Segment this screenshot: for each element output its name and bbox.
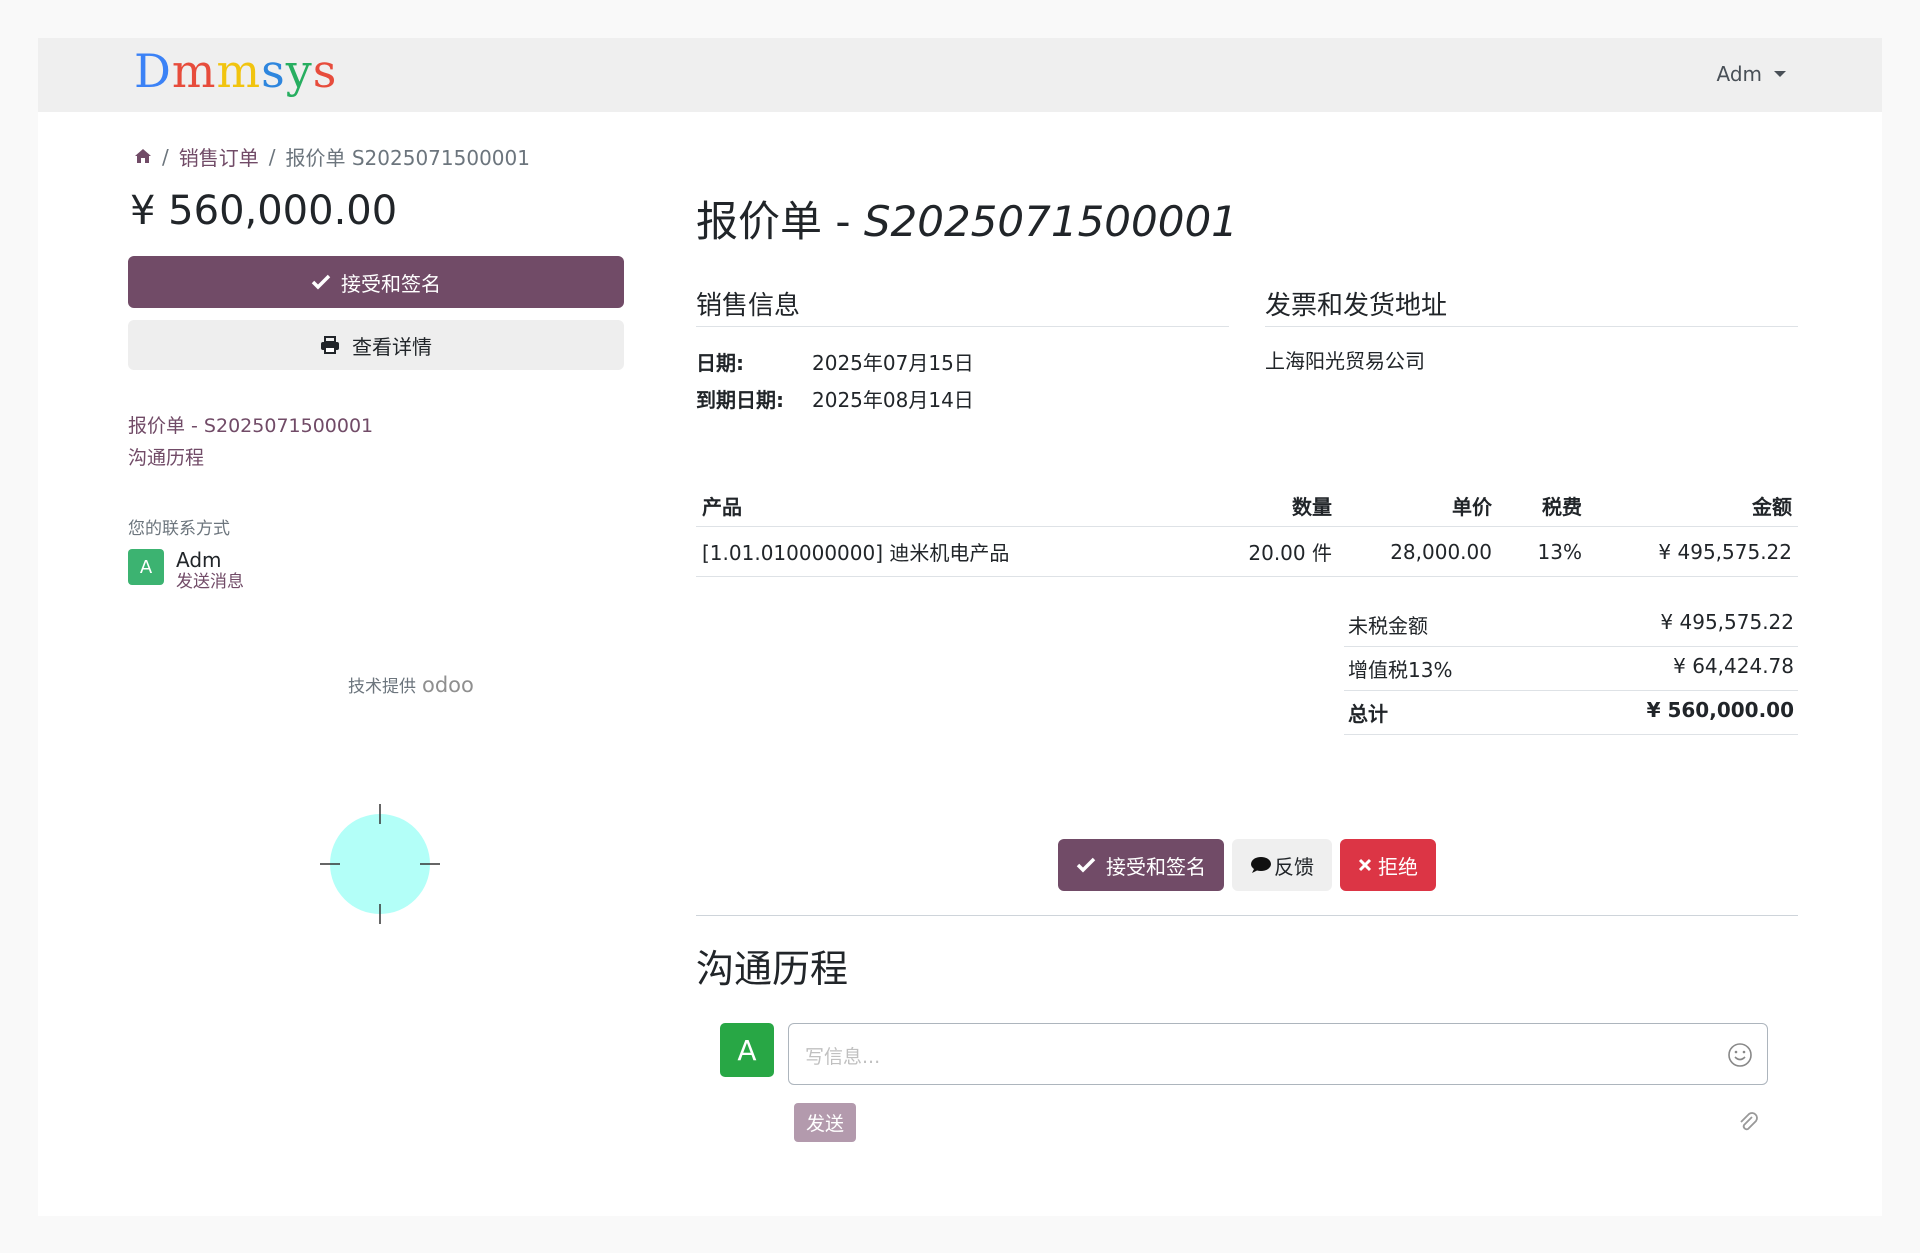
powered-by: 技术提供 odoo [348,672,474,697]
untaxed-label: 未税金额 [1348,614,1428,638]
emoji-icon[interactable] [1727,1042,1753,1068]
breadcrumb-current: 报价单 S2025071500001 [285,146,530,170]
table-header: 产品 数量 单价 税费 金额 [696,485,1798,527]
address-info: 发票和发货地址 上海阳光贸易公司 [1265,285,1798,413]
breadcrumb-separator: / [162,144,169,169]
contact-name: Adm [176,548,222,572]
message-composer: A 写信息... [720,1023,1798,1085]
logo-letter: m [171,44,217,98]
message-placeholder: 写信息... [805,1046,881,1068]
sales-info-title: 销售信息 [696,285,1229,327]
totals-block: 未税金额 ¥ 495,575.22 增值税13% ¥ 64,424.78 总计 … [1344,603,1798,735]
brand-logo[interactable]: Dmmsys [134,44,337,98]
app-window: Dmmsys Adm / 销售订单 / 报价单 S2025071500001 ¥… [38,38,1882,1216]
logo-letter: s [312,44,338,98]
page-title: 报价单 - S2025071500001 [696,188,1798,249]
col-price: 单价 [1338,485,1498,527]
cell-price: 28,000.00 [1338,526,1498,577]
top-navbar: Dmmsys Adm [38,38,1882,112]
cell-qty: 20.00 件 [1190,526,1338,577]
vat-row: 增值税13% ¥ 64,424.78 [1344,647,1798,691]
send-message-link[interactable]: 发送消息 [176,571,244,593]
sales-info: 销售信息 日期: 2025年07月15日 到期日期: 2025年08月14日 [696,285,1229,413]
col-tax: 税费 [1498,485,1588,527]
col-product: 产品 [696,485,1191,527]
due-date-row: 到期日期: 2025年08月14日 [696,384,1229,413]
col-qty: 数量 [1190,485,1338,527]
contact-title: 您的联系方式 [128,519,230,539]
due-date-label: 到期日期: [696,388,784,412]
untaxed-row: 未税金额 ¥ 495,575.22 [1344,603,1798,647]
action-buttons: 接受和签名 反馈 拒绝 [696,839,1798,891]
accept-sign-button-bottom[interactable]: 接受和签名 [1058,839,1224,891]
company-name: 上海阳光贸易公司 [1265,349,1425,373]
breadcrumb: / 销售订单 / 报价单 S2025071500001 [134,142,530,171]
print-icon [321,336,339,354]
view-details-label: 查看详情 [352,334,432,359]
comment-icon [1251,857,1271,873]
contact-card: A Adm 发送消息 [128,549,624,593]
check-icon [1076,857,1096,873]
logo-letter: m [216,44,262,98]
reject-button[interactable]: 拒绝 [1340,839,1436,891]
breadcrumb-separator: / [268,144,276,169]
avatar: A [720,1023,774,1077]
cell-product: [1.01.010000000] 迪米机电产品 [696,526,1191,577]
total-row: 总计 ¥ 560,000.00 [1344,691,1798,735]
paperclip-icon[interactable] [1736,1111,1760,1135]
sidebar-item-history[interactable]: 沟通历程 [128,442,624,474]
breadcrumb-sales-orders[interactable]: 销售订单 [179,142,259,171]
col-amount: 金额 [1588,485,1798,527]
main-content: 报价单 - S2025071500001 销售信息 日期: 2025年07月15… [696,188,1798,1142]
sidebar-nav: 报价单 - S2025071500001 沟通历程 [128,410,624,474]
date-value: 2025年07月15日 [812,351,974,375]
reject-label: 拒绝 [1378,854,1418,879]
order-lines-table: 产品 数量 单价 税费 金额 [1.01.010000000] 迪米机电产品 2… [696,485,1798,577]
accept-sign-button[interactable]: 接受和签名 [128,256,624,308]
sidebar: ¥ 560,000.00 接受和签名 查看详情 报价单 - S202507150… [128,188,624,593]
logo-letter: D [134,44,172,98]
powered-by-label: 技术提供 [348,677,416,697]
close-icon [1358,858,1372,872]
accept-sign-label: 接受和签名 [1106,854,1206,879]
chevron-down-icon [1774,71,1786,77]
logo-letter: s [261,44,286,98]
title-number: S2025071500001 [863,197,1238,246]
message-input[interactable]: 写信息... [788,1023,1768,1085]
user-name: Adm [1716,62,1762,86]
accept-sign-label: 接受和签名 [341,271,441,296]
table-row: [1.01.010000000] 迪米机电产品 20.00 件 28,000.0… [696,526,1798,577]
odoo-logo[interactable]: odoo [422,673,474,697]
untaxed-value: ¥ 495,575.22 [1660,610,1794,634]
vat-value: ¥ 64,424.78 [1673,654,1794,678]
total-value: ¥ 560,000.00 [1646,698,1794,722]
avatar: A [128,549,164,585]
due-date-value: 2025年08月14日 [812,388,974,412]
sidebar-item-quote[interactable]: 报价单 - S2025071500001 [128,410,624,442]
check-icon [311,274,331,290]
cell-tax: 13% [1498,526,1588,577]
feedback-label: 反馈 [1274,854,1314,879]
composer-actions: 发送 [794,1103,1760,1142]
date-row: 日期: 2025年07月15日 [696,347,1229,376]
divider [696,915,1798,916]
info-section: 销售信息 日期: 2025年07月15日 到期日期: 2025年08月14日 发… [696,285,1798,413]
date-label: 日期: [696,351,744,375]
total-amount: ¥ 560,000.00 [130,188,398,234]
chatter-title: 沟通历程 [696,947,849,991]
user-menu[interactable]: Adm [1716,62,1786,86]
view-details-button[interactable]: 查看详情 [128,320,624,370]
vat-label: 增值税13% [1348,658,1453,682]
crosshair-target-icon [320,804,440,924]
feedback-button[interactable]: 反馈 [1232,839,1332,891]
home-icon[interactable] [134,145,152,169]
send-button[interactable]: 发送 [794,1103,857,1142]
total-label: 总计 [1348,702,1388,726]
address-title: 发票和发货地址 [1265,285,1798,327]
cell-amount: ¥ 495,575.22 [1588,526,1798,577]
title-prefix: 报价单 - [696,197,864,246]
logo-letter: y [285,44,313,98]
